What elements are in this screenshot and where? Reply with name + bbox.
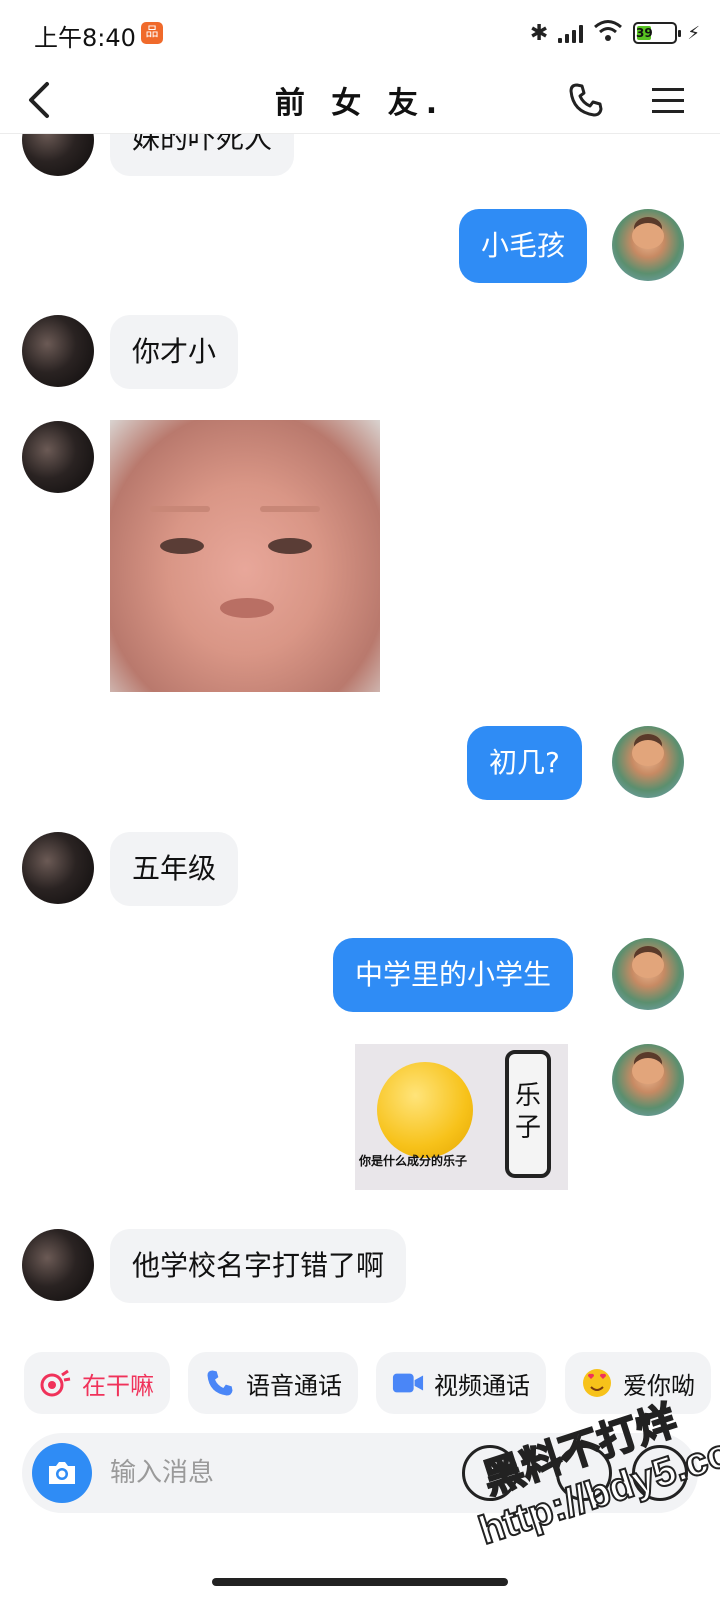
quick-action-label: 在干嘛 <box>82 1371 154 1400</box>
message-bubble-incoming[interactable]: 五年级 <box>110 832 239 906</box>
app-notification-icon: 品 <box>141 22 163 44</box>
message-bubble-incoming[interactable]: 妹的吓死人 <box>110 134 295 176</box>
my-avatar[interactable] <box>612 209 684 281</box>
message-list[interactable]: 妹的吓死人 小毛孩 你才小 初几? 五年级 中学里的小学生 乐子 你是什么成分的… <box>0 134 720 1340</box>
menu-button[interactable] <box>644 76 692 124</box>
contact-avatar[interactable] <box>22 421 94 493</box>
thinking-face-icon <box>377 1062 473 1158</box>
charging-icon: ⚡ <box>687 22 700 44</box>
thinking-emoji-sticker[interactable]: 乐子 你是什么成分的乐子 <box>355 1044 568 1190</box>
sticker-text: 乐子 <box>514 1081 541 1143</box>
battery-icon: 39 <box>633 22 682 44</box>
quick-action-label: 视频通话 <box>434 1371 530 1400</box>
hamburger-menu-icon <box>652 88 684 113</box>
message-bubble-outgoing[interactable]: 初几? <box>467 726 582 800</box>
video-icon <box>392 1367 424 1399</box>
wifi-icon <box>593 19 623 47</box>
my-avatar[interactable] <box>612 726 684 798</box>
message-bubble-outgoing[interactable]: 小毛孩 <box>459 209 588 283</box>
status-bar: 上午8:40 品 ✱ 39 ⚡ <box>0 0 720 66</box>
camera-icon <box>49 1462 75 1484</box>
status-time: 上午8:40 <box>34 24 136 52</box>
sticker-caption: 你是什么成分的乐子 <box>359 1154 468 1168</box>
call-button[interactable] <box>562 76 610 124</box>
message-bubble-outgoing[interactable]: 中学里的小学生 <box>333 938 574 1012</box>
my-avatar[interactable] <box>612 1044 684 1116</box>
contact-avatar[interactable] <box>22 315 94 387</box>
phone-icon <box>204 1367 236 1399</box>
message-bubble-incoming[interactable]: 你才小 <box>110 315 239 389</box>
bluetooth-icon: ✱ <box>529 20 549 46</box>
quick-action-voice-call[interactable]: 语音通话 <box>188 1352 358 1414</box>
wave-icon <box>40 1367 72 1399</box>
message-input[interactable] <box>110 1449 450 1497</box>
quick-action-doing-what[interactable]: 在干嘛 <box>24 1352 170 1414</box>
contact-avatar[interactable] <box>22 1229 94 1301</box>
camera-button[interactable] <box>32 1443 92 1503</box>
status-icons: ✱ 39 ⚡ <box>530 18 700 48</box>
signal-icon <box>558 23 584 43</box>
home-indicator[interactable] <box>212 1578 508 1586</box>
old-face-sticker[interactable] <box>110 420 380 692</box>
phone-icon <box>569 83 603 117</box>
quick-action-label: 语音通话 <box>246 1371 342 1400</box>
chat-title: 前 女 友. <box>274 86 446 121</box>
contact-avatar[interactable] <box>22 134 94 176</box>
my-avatar[interactable] <box>612 938 684 1010</box>
message-bubble-incoming[interactable]: 他学校名字打错了啊 <box>110 1229 407 1303</box>
contact-avatar[interactable] <box>22 832 94 904</box>
chat-header: 前 女 友. <box>0 66 720 134</box>
battery-level: 39 <box>636 26 653 40</box>
